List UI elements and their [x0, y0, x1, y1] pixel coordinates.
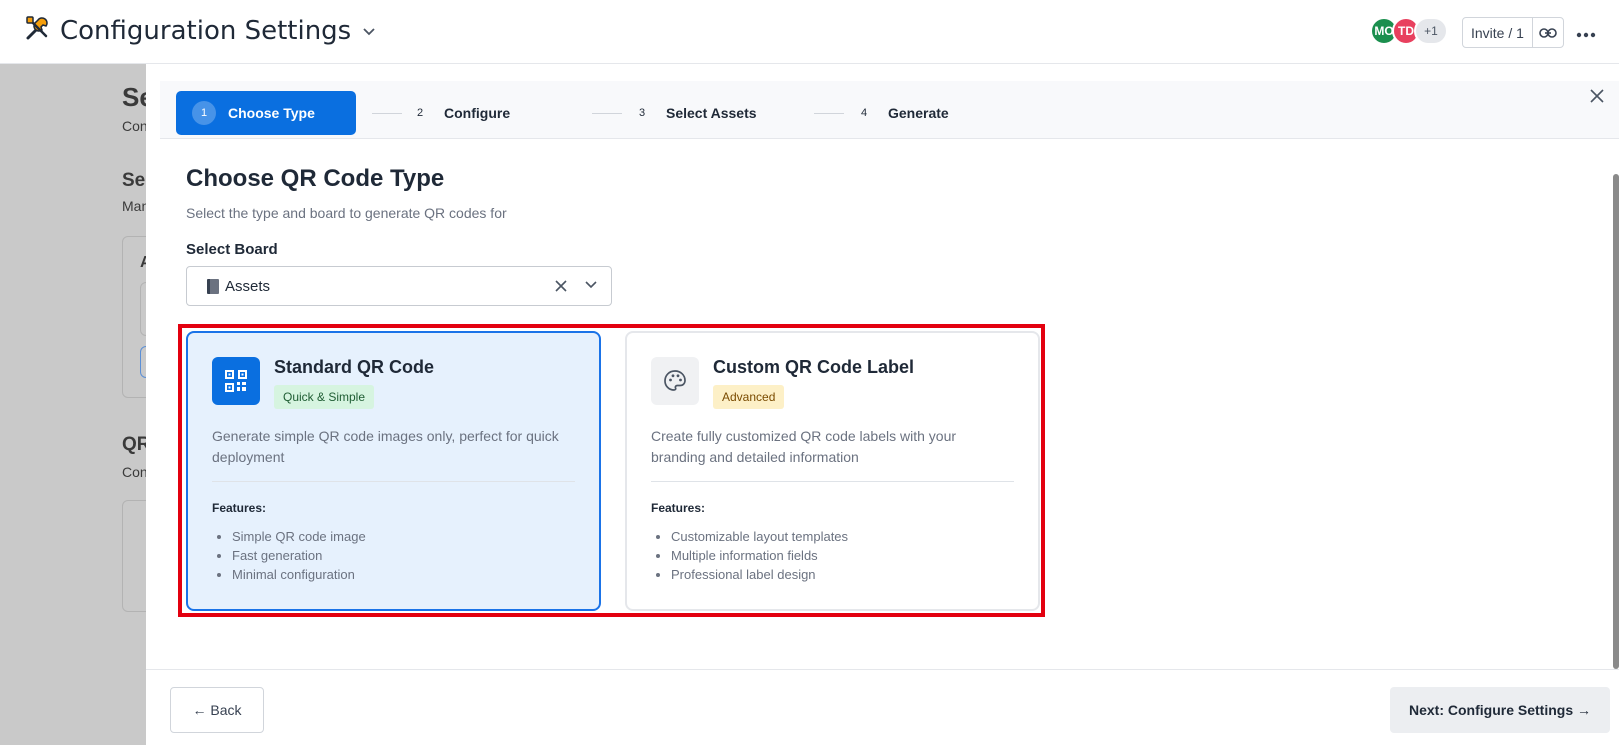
card-divider: [651, 481, 1014, 482]
feature-item: Minimal configuration: [232, 565, 366, 584]
back-button[interactable]: ← Back: [170, 687, 264, 733]
avatar-overflow-count[interactable]: +1: [1414, 17, 1448, 45]
qr-wizard-modal: 1 Choose Type 2 Configure 3 Select Asset…: [146, 64, 1619, 745]
step-select-assets[interactable]: 3 Select Assets: [630, 91, 757, 135]
step-label: Choose Type: [228, 105, 315, 121]
step-configure[interactable]: 2 Configure: [408, 91, 510, 135]
background-section-title: Se: [122, 170, 146, 191]
feature-list: Simple QR code image Fast generation Min…: [232, 527, 366, 584]
modal-footer: ← Back Next: Configure Settings →: [146, 669, 1619, 745]
chevron-down-icon[interactable]: [585, 277, 597, 292]
modal-scrollbar[interactable]: [1613, 174, 1619, 669]
feature-item: Multiple information fields: [671, 546, 848, 565]
close-icon[interactable]: [1590, 86, 1604, 109]
card-title: Custom QR Code Label: [713, 357, 915, 377]
card-divider: [212, 481, 575, 482]
clear-icon[interactable]: [555, 276, 567, 297]
card-badge: Quick & Simple: [274, 385, 375, 409]
card-description: Generate simple QR code images only, per…: [212, 428, 559, 465]
custom-qr-label-card[interactable]: Custom QR Code Label Advanced Create ful…: [625, 331, 1040, 611]
features-label: Features:: [651, 501, 706, 515]
page-title: Choose QR Code Type: [186, 165, 445, 192]
step-number: 3: [638, 107, 646, 119]
book-icon: [207, 278, 219, 294]
background-section-title: QR: [122, 434, 146, 455]
board-select-value: Assets: [225, 277, 271, 295]
card-badge: Advanced: [713, 385, 785, 409]
step-number: 1: [192, 101, 216, 125]
card-title: Standard QR Code: [274, 357, 435, 377]
feature-list: Customizable layout templates Multiple i…: [671, 527, 848, 584]
top-app-bar: Configuration Settings MO TD +1 Invite /…: [0, 0, 1619, 64]
step-number: 4: [860, 107, 868, 119]
step-label: Generate: [888, 105, 949, 121]
feature-item: Professional label design: [671, 565, 848, 584]
step-generate[interactable]: 4 Generate: [852, 91, 949, 135]
step-label: Select Assets: [666, 105, 757, 121]
collaborator-avatars[interactable]: MO TD +1: [1370, 17, 1448, 45]
standard-qr-card[interactable]: Standard QR Code Quick & Simple Generate…: [186, 331, 601, 611]
background-subtext: Con: [122, 118, 146, 134]
palette-icon: [651, 357, 699, 405]
step-connector: [814, 113, 844, 114]
tools-icon: [24, 14, 52, 47]
select-board-label: Select Board: [186, 241, 278, 258]
link-icon[interactable]: [1533, 18, 1563, 47]
qr-code-icon: [212, 357, 260, 405]
app-title-group[interactable]: Configuration Settings: [24, 14, 375, 47]
step-choose-type[interactable]: 1 Choose Type: [176, 91, 356, 135]
card-description: Create fully customized QR code labels w…: [651, 428, 957, 465]
background-section-subtext: Con: [122, 464, 146, 480]
next-configure-settings-button[interactable]: Next: Configure Settings →: [1390, 687, 1610, 733]
feature-item: Customizable layout templates: [671, 527, 848, 546]
feature-item: Simple QR code image: [232, 527, 366, 546]
feature-item: Fast generation: [232, 546, 366, 565]
invite-button[interactable]: Invite / 1: [1463, 18, 1533, 47]
invite-button-group: Invite / 1: [1462, 17, 1564, 48]
step-connector: [592, 113, 622, 114]
background-section-subtext: Man: [122, 198, 146, 214]
board-select[interactable]: Assets: [186, 266, 612, 306]
background-heading: Se: [122, 82, 146, 112]
step-number: 2: [416, 107, 424, 119]
chevron-down-icon[interactable]: [363, 23, 375, 39]
more-options-icon[interactable]: [1576, 18, 1596, 44]
step-connector: [372, 113, 402, 114]
wizard-stepper: 1 Choose Type 2 Configure 3 Select Asset…: [160, 81, 1619, 139]
app-title: Configuration Settings: [60, 15, 352, 46]
page-subtitle: Select the type and board to generate QR…: [186, 205, 507, 221]
features-label: Features:: [212, 501, 267, 515]
step-label: Configure: [444, 105, 511, 121]
